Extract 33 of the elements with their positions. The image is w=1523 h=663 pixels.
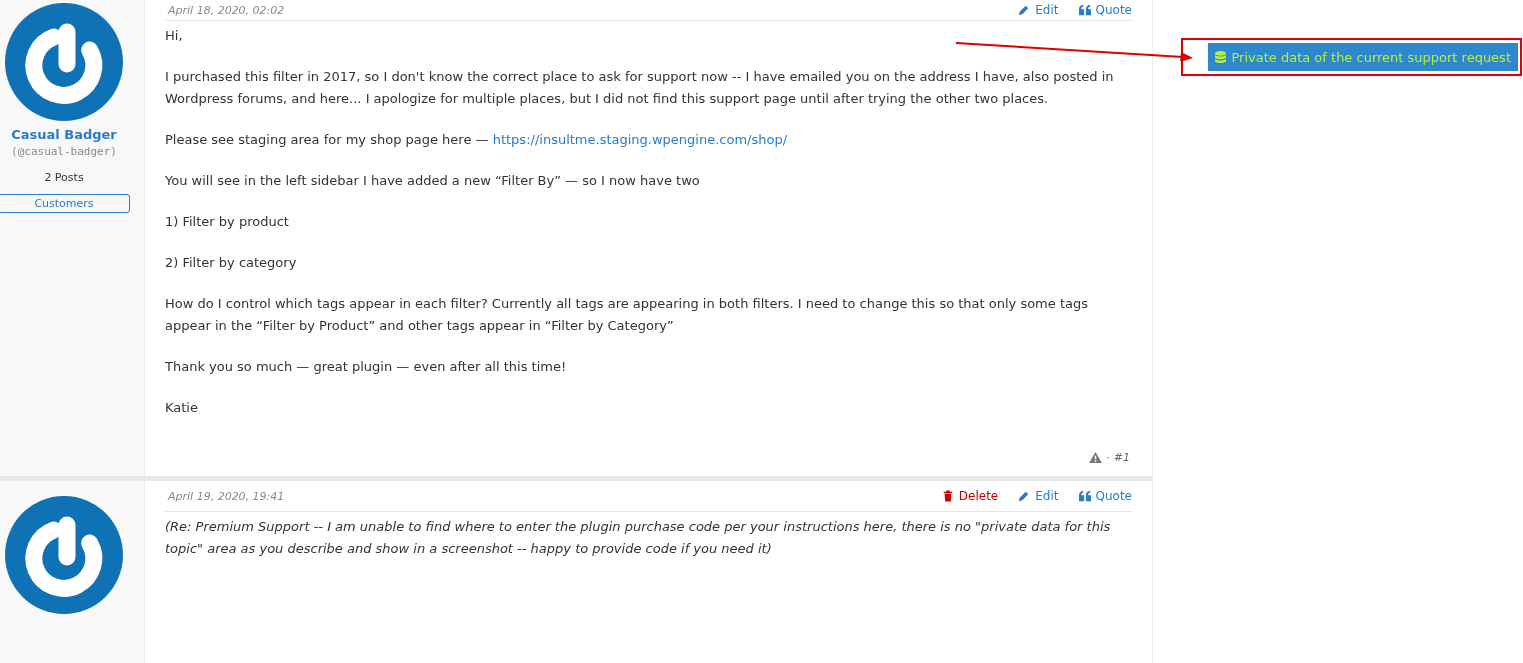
edit-link[interactable]: Edit [1018, 3, 1059, 17]
quote-link[interactable]: Quote [1078, 3, 1132, 17]
separator-dot: · [1106, 451, 1110, 464]
post-paragraph: How do I control which tags appear in each filter? Currently all tags are appearing in both filters. I need to change this so that only some tags appear in the “Filter by Product” and other tags appear in “Filter by Category” [165, 295, 1089, 335]
quote-icon [1078, 4, 1091, 16]
post-count: 2 Posts [44, 171, 84, 184]
url-link[interactable]: https://insultme.staging.wpengine.com/shop/ [492, 132, 788, 147]
post-paragraph: 2) Filter by category [165, 254, 298, 272]
post-paragraph: You will see in the left sidebar I have added a new “Filter By” — so I now have two [165, 172, 701, 190]
post-paragraph: I purchased this filter in 2017, so I don't know the correct place to ask for support now -- I have emailed you on the address I have, also posted in Wordpress forums, and here... I apologize for multiple places, but I did not find this support page until after trying the other two places. [165, 68, 1115, 108]
trash-icon [941, 490, 954, 502]
post-paragraph: Katie [165, 399, 199, 417]
post-paragraph: Thank you so much — great plugin — even after all this time! [165, 358, 568, 376]
pencil-icon [1018, 490, 1031, 502]
post-paragraph: Please see staging area for my shop page here — https://insultme.staging.wpengine.com/shop/ [165, 131, 789, 149]
role-badge: Customers [0, 194, 130, 213]
post-paragraph: 1) Filter by product [165, 213, 290, 231]
private-data-button[interactable]: Private data of the current support request [1207, 43, 1518, 71]
post-date: April 18, 2020, 02:02 [168, 3, 285, 17]
delete-link[interactable]: Delete [941, 489, 999, 503]
post-number-link[interactable]: #1 [1113, 451, 1130, 464]
edit-link[interactable]: Edit [1018, 489, 1059, 503]
author-name[interactable]: Casual Badger [11, 127, 117, 142]
post-paragraph: (Re: Premium Support -- I am unable to find where to enter the plugin purchase code per your instructions here, there is no "private data for this topic" area as you describe and show in a screenshot -- happy to provide code if you need it) [165, 518, 1112, 558]
quote-icon [1078, 490, 1091, 502]
post-paragraph: Hi, [165, 27, 184, 45]
warning-icon [1089, 452, 1103, 463]
avatar-icon [4, 495, 124, 615]
quote-link[interactable]: Quote [1078, 489, 1132, 503]
pencil-icon [1018, 4, 1031, 16]
database-icon [1214, 50, 1226, 64]
post-date: April 19, 2020, 19:41 [168, 489, 285, 503]
author-handle: (@casual-badger) [11, 145, 117, 158]
